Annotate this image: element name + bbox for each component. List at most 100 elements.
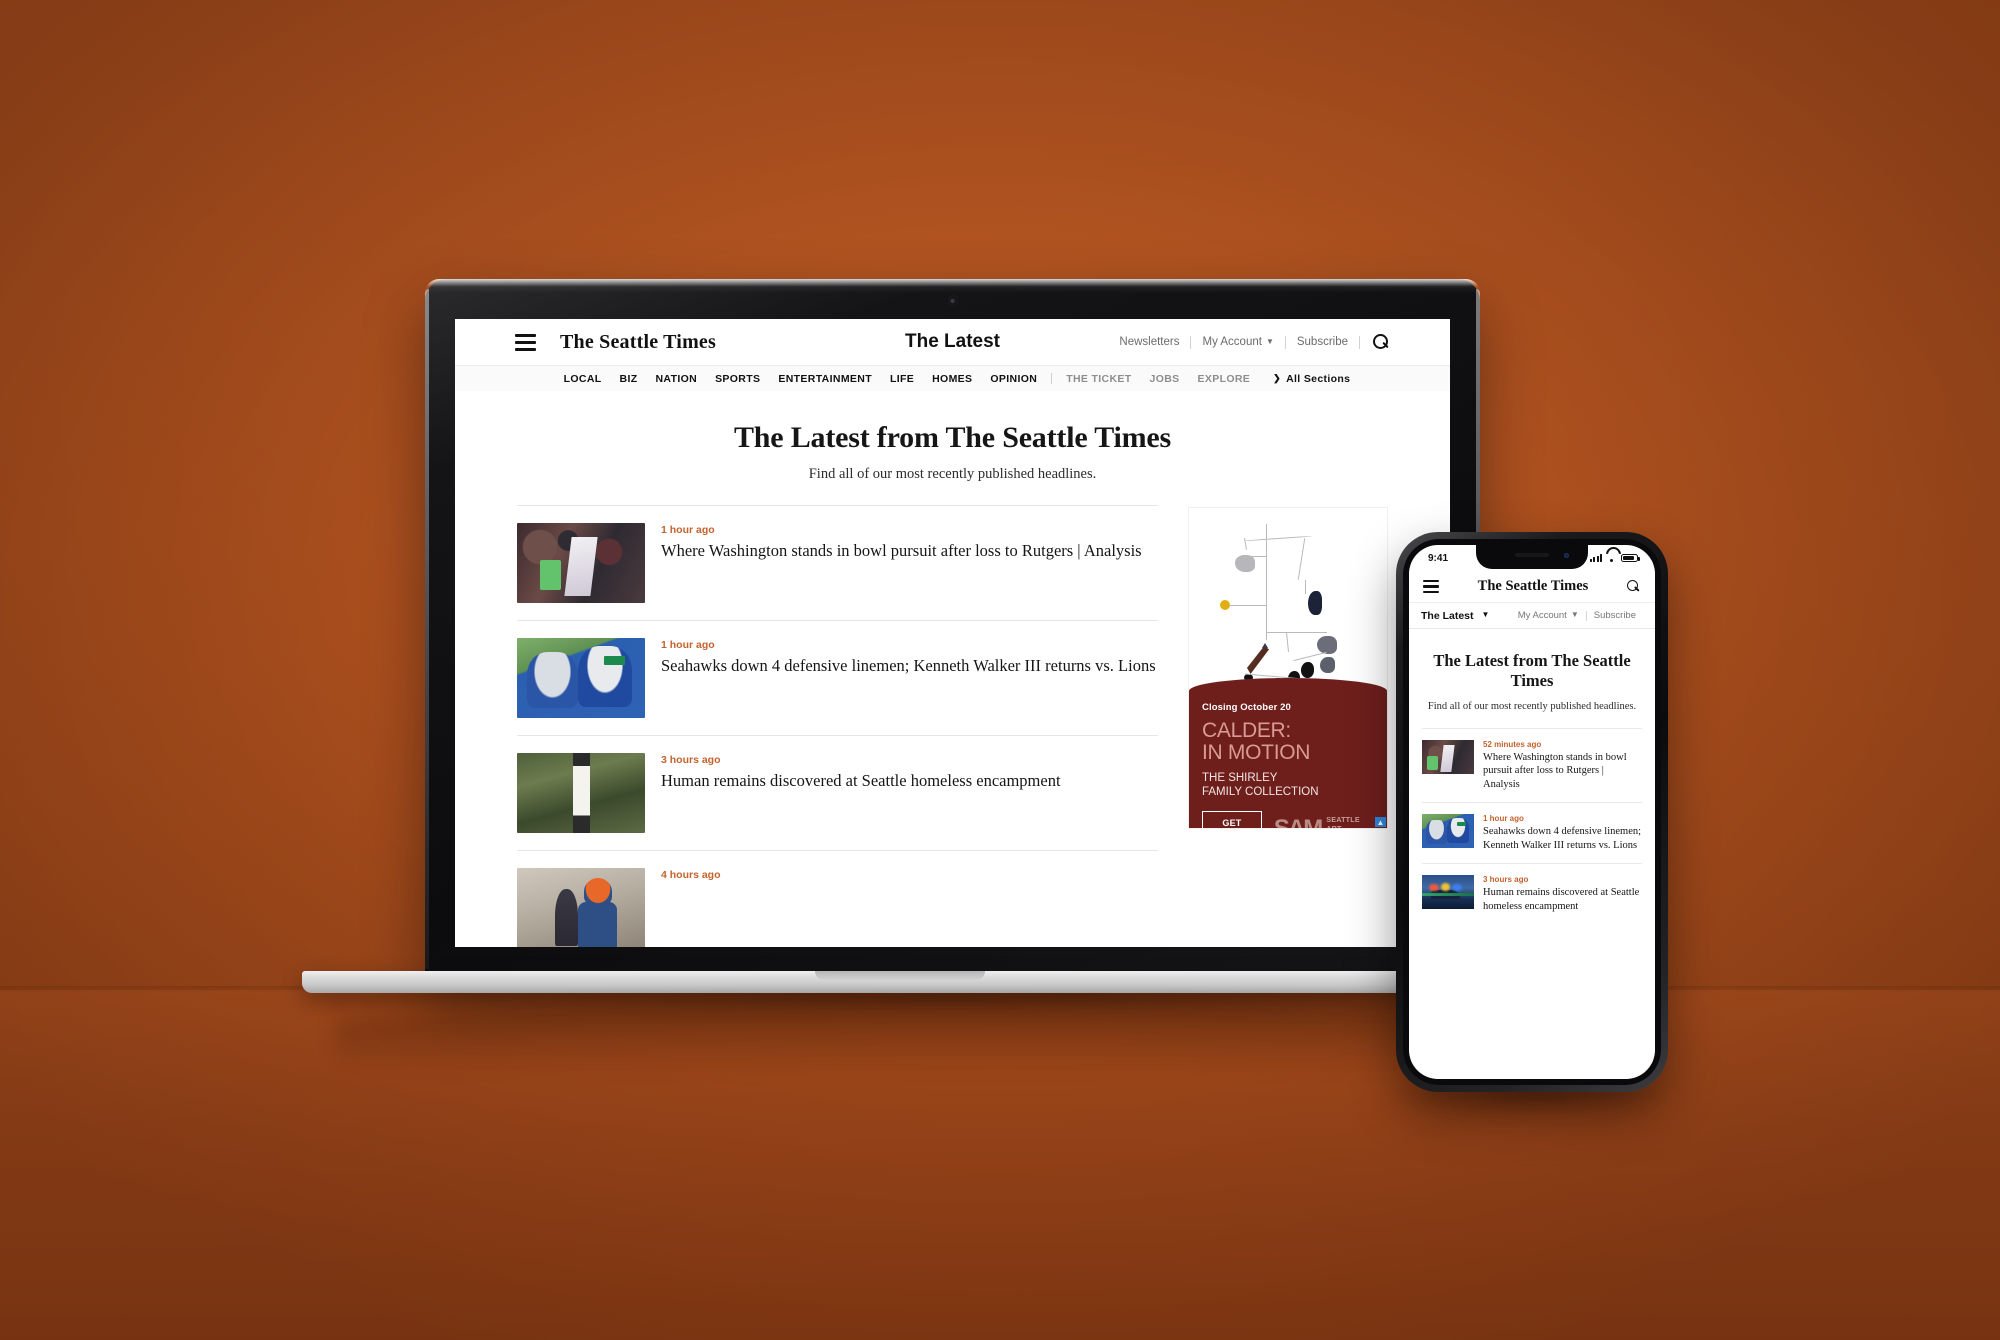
- hero-block: The Latest from The Seattle Times Find a…: [455, 391, 1450, 505]
- ad-closing-date: Closing October 20: [1202, 702, 1291, 713]
- phone-section-label: The Latest: [1421, 609, 1474, 622]
- ad-copy-panel: Closing October 20 CALDER: IN MOTION THE…: [1189, 678, 1387, 828]
- article-timestamp: 3 hours ago: [1483, 875, 1529, 885]
- nav-item-biz[interactable]: BIZ: [611, 373, 647, 385]
- article-row[interactable]: 3 hours ago Human remains discovered at …: [517, 735, 1158, 850]
- nav-item-nation[interactable]: NATION: [647, 373, 707, 385]
- hero-subtitle: Find all of our most recently published …: [808, 466, 1097, 482]
- laptop-bezel-highlight: [425, 279, 1480, 293]
- nav-newsletters[interactable]: Newsletters: [1108, 336, 1190, 348]
- front-camera-icon: [1564, 553, 1569, 558]
- adchoices-icon[interactable]: ▲: [1375, 817, 1386, 827]
- nav-item-entertainment[interactable]: ENTERTAINMENT: [769, 373, 881, 385]
- phone-screen: 9:41 The Seattle Times The Latest ▼ My A…: [1409, 545, 1655, 1079]
- phone-site-header: The Seattle Times: [1409, 571, 1655, 603]
- utility-divider: [1359, 335, 1360, 349]
- notice-on-pole-photo[interactable]: [517, 753, 645, 833]
- football-player-photo[interactable]: [517, 523, 645, 603]
- police-lights-photo[interactable]: [1422, 875, 1474, 910]
- phone-article-text: 1 hour ago Seahawks down 4 defensive lin…: [1483, 814, 1642, 852]
- phone-masthead[interactable]: The Seattle Times: [1478, 578, 1589, 595]
- laptop-mockup: The Seattle Times The Latest Newsletters…: [302, 279, 1603, 1075]
- site-masthead[interactable]: The Seattle Times: [560, 331, 716, 354]
- laptop-lid: The Seattle Times The Latest Newsletters…: [425, 279, 1480, 979]
- article-text: 3 hours ago Human remains discovered at …: [661, 753, 1061, 791]
- article-timestamp: 3 hours ago: [661, 754, 721, 766]
- seahawks-players-photo[interactable]: [1422, 814, 1474, 849]
- nav-item-local[interactable]: LOCAL: [555, 373, 611, 385]
- get-tickets-line1: GET: [1222, 818, 1242, 829]
- people-outdoors-photo[interactable]: [517, 868, 645, 947]
- phone-article-list: 52 minutes ago Where Washington stands i…: [1409, 727, 1655, 924]
- article-row[interactable]: 1 hour ago Seahawks down 4 defensive lin…: [517, 620, 1158, 735]
- sidebar: Closing October 20 CALDER: IN MOTION THE…: [1188, 505, 1388, 947]
- article-text: 1 hour ago Where Washington stands in bo…: [661, 523, 1142, 561]
- list-item[interactable]: 1 hour ago Seahawks down 4 defensive lin…: [1422, 802, 1642, 863]
- phone-subnav: The Latest ▼ My Account ▼ Subscribe: [1409, 603, 1655, 629]
- article-timestamp: 1 hour ago: [661, 524, 715, 536]
- phone-mockup: 9:41 The Seattle Times The Latest ▼ My A…: [1396, 532, 1668, 1092]
- article-list: 1 hour ago Where Washington stands in bo…: [517, 505, 1158, 947]
- chevron-down-icon: ❯: [1273, 373, 1282, 383]
- nav-item-life[interactable]: LIFE: [881, 373, 923, 385]
- search-icon[interactable]: [1373, 333, 1390, 351]
- article-headline[interactable]: Where Washington stands in bowl pursuit …: [1483, 751, 1642, 791]
- article-timestamp: 1 hour ago: [1483, 814, 1524, 824]
- article-headline[interactable]: Human remains discovered at Seattle home…: [1483, 886, 1642, 913]
- laptop-reflection: [335, 1005, 1570, 1075]
- phone-article-text: 52 minutes ago Where Washington stands i…: [1483, 740, 1642, 791]
- nav-item-explore[interactable]: EXPLORE: [1189, 373, 1260, 385]
- article-timestamp: 52 minutes ago: [1483, 739, 1542, 749]
- article-row[interactable]: 1 hour ago Where Washington stands in bo…: [517, 505, 1158, 620]
- site-header: The Seattle Times The Latest Newsletters…: [455, 319, 1450, 365]
- page-body: The Latest from The Seattle Times Find a…: [455, 391, 1450, 947]
- hamburger-icon[interactable]: [515, 333, 536, 351]
- ad-cta-row: GET TICKETS SAM SEATTLE ART MUSEUM: [1202, 811, 1374, 829]
- article-headline[interactable]: Seahawks down 4 defensive linemen; Kenne…: [661, 655, 1156, 676]
- nav-divider: [1051, 373, 1053, 384]
- nav-item-the-ticket[interactable]: THE TICKET: [1057, 373, 1140, 385]
- chevron-down-icon: ▼: [1481, 610, 1490, 619]
- hero-title: The Latest from The Seattle Times: [734, 421, 1171, 454]
- content-columns: 1 hour ago Where Washington stands in bo…: [455, 505, 1450, 947]
- get-tickets-button[interactable]: GET TICKETS: [1202, 811, 1262, 829]
- nav-item-opinion[interactable]: OPINION: [981, 373, 1046, 385]
- ad-title-line1: CALDER:: [1202, 719, 1291, 742]
- all-sections-button[interactable]: ❯ All Sections: [1259, 373, 1350, 385]
- article-row[interactable]: 4 hours ago: [517, 850, 1158, 947]
- section-nav: LOCAL BIZ NATION SPORTS ENTERTAINMENT LI…: [455, 365, 1450, 391]
- chevron-down-icon: ▼: [1570, 610, 1579, 619]
- nav-subscribe[interactable]: Subscribe: [1286, 336, 1359, 348]
- article-headline[interactable]: Where Washington stands in bowl pursuit …: [661, 540, 1142, 561]
- laptop-bezel-left: [425, 289, 429, 969]
- status-time: 9:41: [1428, 552, 1449, 564]
- advertisement[interactable]: Closing October 20 CALDER: IN MOTION THE…: [1188, 507, 1388, 829]
- ad-subtitle-line1: THE SHIRLEY: [1202, 772, 1278, 785]
- phone-utility-nav: My Account ▼ Subscribe: [1511, 610, 1643, 621]
- search-icon[interactable]: [1626, 579, 1641, 594]
- nav-item-homes[interactable]: HOMES: [923, 373, 981, 385]
- article-headline[interactable]: Seahawks down 4 defensive linemen; Kenne…: [1483, 825, 1642, 852]
- nav-item-jobs[interactable]: JOBS: [1141, 373, 1189, 385]
- seahawks-players-photo[interactable]: [517, 638, 645, 718]
- list-item[interactable]: 3 hours ago Human remains discovered at …: [1422, 863, 1642, 924]
- museum-name: SEATTLE ART MUSEUM: [1326, 815, 1360, 829]
- phone-subscribe[interactable]: Subscribe: [1587, 610, 1643, 621]
- ad-artwork: [1189, 508, 1387, 692]
- article-timestamp: 4 hours ago: [661, 869, 721, 881]
- list-item[interactable]: 52 minutes ago Where Washington stands i…: [1422, 727, 1642, 802]
- phone-section-selector[interactable]: The Latest ▼: [1421, 610, 1489, 622]
- phone-my-account[interactable]: My Account ▼: [1511, 610, 1586, 621]
- laptop-base-lip: [815, 971, 986, 980]
- nav-item-sports[interactable]: SPORTS: [706, 373, 769, 385]
- nav-my-account[interactable]: My Account ▼: [1191, 336, 1284, 348]
- seattle-art-museum-logo: SAM SEATTLE ART MUSEUM: [1274, 815, 1360, 829]
- article-headline[interactable]: Human remains discovered at Seattle home…: [661, 770, 1061, 791]
- article-text: 4 hours ago: [661, 868, 721, 885]
- utility-nav: Newsletters My Account ▼ Subscribe: [1108, 333, 1390, 351]
- logo-line-art: ART: [1326, 823, 1342, 829]
- ad-subtitle: THE SHIRLEY FAMILY COLLECTION: [1202, 771, 1374, 799]
- hamburger-icon[interactable]: [1423, 579, 1439, 594]
- phone-hero-title: The Latest from The Seattle Times: [1433, 651, 1631, 691]
- football-player-photo[interactable]: [1422, 739, 1474, 774]
